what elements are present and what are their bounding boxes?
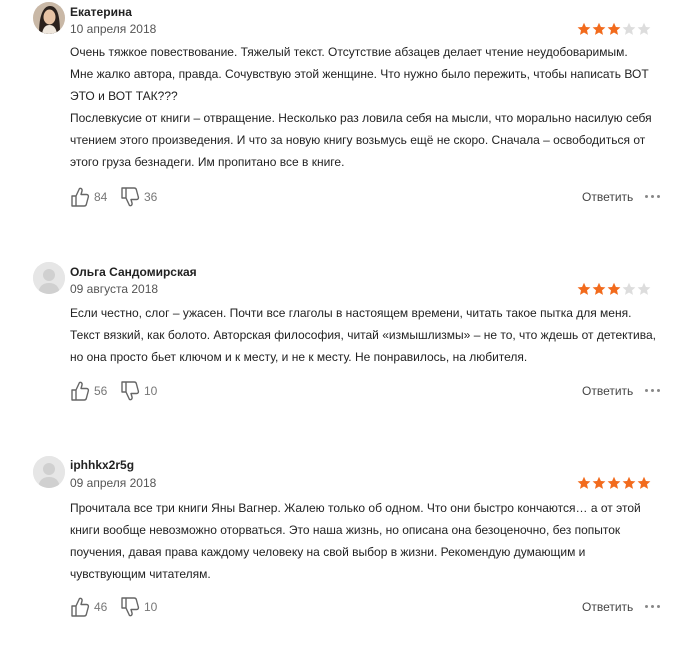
reply-button[interactable]: Ответить [582, 600, 633, 614]
dislike-button[interactable]: 10 [120, 380, 157, 402]
user-placeholder-icon [33, 262, 65, 294]
reply-button[interactable]: Ответить [582, 190, 633, 204]
review-text-line: Текст вязкий, как болото. Авторская фило… [70, 328, 656, 342]
review-text-line: поучения, давая права каждому человеку н… [70, 545, 586, 559]
star-filled-icon [607, 282, 621, 295]
review-actions: 46 10 Ответить [70, 596, 665, 620]
dislike-count: 36 [144, 190, 158, 204]
author-name[interactable]: Екатерина [70, 5, 132, 19]
review-text: Прочитала все три книги Яны Вагнер. Жале… [70, 497, 670, 585]
thumbs-up-icon [71, 597, 90, 617]
like-button[interactable]: 84 [70, 186, 107, 208]
like-count: 84 [94, 190, 108, 204]
review-text-line: но она просто бьет ключом и к месту, и н… [70, 350, 528, 364]
dislike-count: 10 [144, 600, 158, 614]
review-date: 09 августа 2018 [70, 282, 159, 296]
more-options-icon[interactable] [645, 189, 663, 203]
rating-stars [577, 22, 651, 36]
thumbs-up-icon [71, 381, 90, 401]
like-button[interactable]: 56 [70, 380, 107, 402]
review-actions: 56 10 Ответить [70, 380, 665, 404]
star-filled-icon [577, 22, 591, 35]
star-filled-icon [577, 476, 591, 489]
review-date: 10 апреля 2018 [70, 22, 157, 36]
user-photo-icon [33, 2, 65, 34]
review-text-line: Послевкусие от книги – отвращение. Неско… [70, 111, 652, 125]
thumbs-down-icon [121, 187, 140, 207]
user-placeholder-icon [33, 456, 65, 488]
like-count: 56 [94, 384, 108, 398]
more-options-icon[interactable] [645, 599, 663, 613]
review-text-line: Очень тяжкое повествование. Тяжелый текс… [70, 45, 628, 59]
review-text-line: Если честно, слог – ужасен. Почти все гл… [70, 306, 632, 320]
like-count: 46 [94, 600, 108, 614]
review-text-line: книги вообще невозможно оторваться. Это … [70, 523, 621, 537]
review-text-line: чувствующим читателям. [70, 567, 211, 581]
star-filled-icon [577, 282, 591, 295]
star-filled-icon [622, 476, 636, 489]
star-empty-icon [637, 282, 651, 295]
review-date: 09 апреля 2018 [70, 476, 157, 490]
star-empty-icon [622, 22, 636, 35]
star-empty-icon [637, 22, 651, 35]
star-filled-icon [637, 476, 651, 489]
rating-stars [577, 282, 651, 296]
star-empty-icon [622, 282, 636, 295]
author-name[interactable]: Ольга Сандомирская [70, 265, 197, 279]
thumbs-down-icon [121, 597, 140, 617]
star-filled-icon [592, 476, 606, 489]
review-text-line: чтением этого произведения. И что за нов… [70, 133, 646, 147]
thumbs-up-icon [71, 187, 90, 207]
review-text: Очень тяжкое повествование. Тяжелый текс… [70, 41, 670, 173]
thumbs-down-icon [121, 381, 140, 401]
review-text: Если честно, слог – ужасен. Почти все гл… [70, 302, 670, 368]
review-text-line: Прочитала все три книги Яны Вагнер. Жале… [70, 501, 641, 515]
dislike-count: 10 [144, 384, 158, 398]
author-name[interactable]: iphhkx2r5g [70, 458, 134, 472]
star-filled-icon [607, 476, 621, 489]
star-filled-icon [607, 22, 621, 35]
dislike-button[interactable]: 10 [120, 596, 157, 618]
review-actions: 84 36 Ответить [70, 186, 665, 210]
star-filled-icon [592, 282, 606, 295]
star-filled-icon [592, 22, 606, 35]
review-text-line: ЭТО и ВОТ ТАК??? [70, 89, 178, 103]
dislike-button[interactable]: 36 [120, 186, 157, 208]
like-button[interactable]: 46 [70, 596, 107, 618]
review-text-line: этого груза безнадеги. Им пропитано все … [70, 155, 345, 169]
avatar[interactable] [33, 456, 65, 488]
avatar[interactable] [33, 2, 65, 34]
reply-button[interactable]: Ответить [582, 384, 633, 398]
avatar[interactable] [33, 262, 65, 294]
review-text-line: Мне жалко автора, правда. Сочувствую это… [70, 67, 649, 81]
more-options-icon[interactable] [645, 383, 663, 397]
rating-stars [577, 476, 651, 490]
